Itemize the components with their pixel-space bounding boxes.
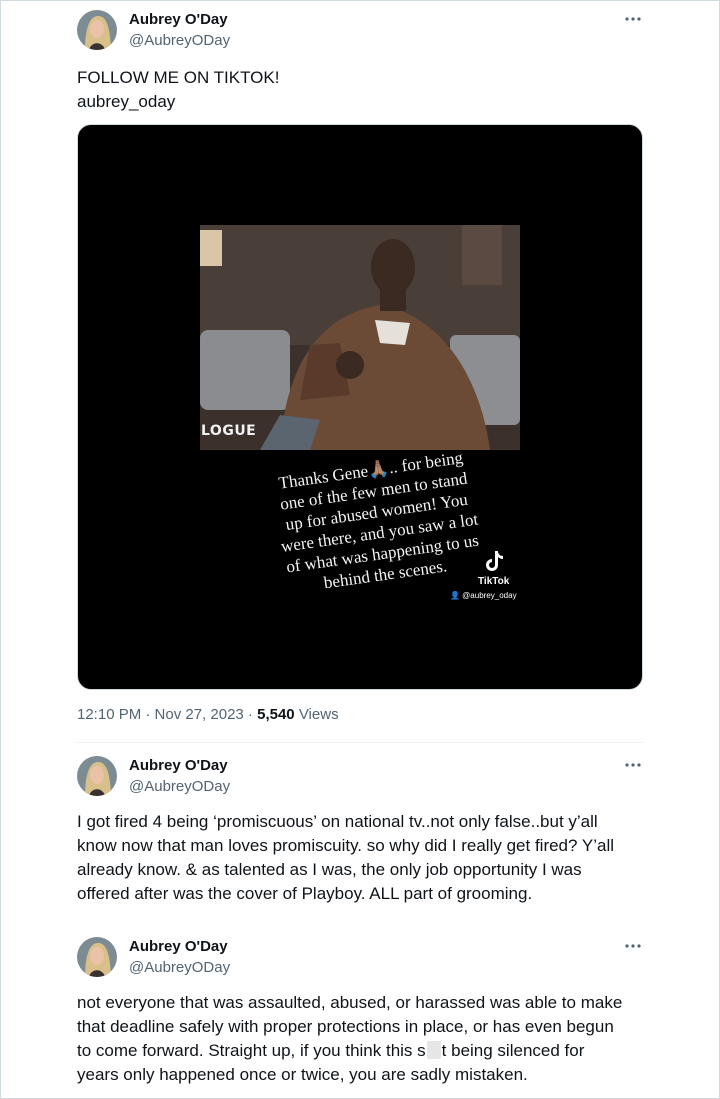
tweet-text-line: to come forward. Straight up, if you thi… xyxy=(77,1039,637,1063)
tweet-header: Aubrey O'Day @AubreyODay xyxy=(77,937,643,981)
tiktok-label: TikTok xyxy=(478,576,510,587)
tweet-text-line: know now that man loves promiscuity. so … xyxy=(77,836,615,855)
author-handle[interactable]: @AubreyODay xyxy=(129,778,230,795)
video-media[interactable]: LOGUE Thanks Gene🙏🏽.. for being one of t… xyxy=(77,124,643,690)
tweet-text-line: years only happened once or twice, you a… xyxy=(77,1065,528,1084)
tweet-text-segment: t being silenced for xyxy=(441,1041,585,1060)
tweet-text-segment: to come forward. Straight up, if you thi… xyxy=(77,1041,426,1060)
censor-block xyxy=(426,1041,441,1059)
tweet-header: Aubrey O'Day @AubreyODay xyxy=(77,10,643,54)
author-name[interactable]: Aubrey O'Day xyxy=(129,938,228,955)
tweet-text-line: I got fired 4 being ‘promiscuous’ on nat… xyxy=(77,812,598,831)
more-horizontal-icon[interactable] xyxy=(623,758,643,774)
tweet-meta: 12:10 PM · Nov 27, 2023 · 5,540 Views xyxy=(77,706,339,723)
avatar[interactable] xyxy=(77,937,117,977)
views-label: Views xyxy=(294,706,339,723)
video-overlay-label: LOGUE xyxy=(201,423,257,439)
tweet-timestamp[interactable]: 12:10 PM · Nov 27, 2023 · xyxy=(77,706,257,723)
avatar[interactable] xyxy=(77,756,117,796)
tweet-text-line: already know. & as talented as I was, th… xyxy=(77,860,582,879)
author-handle[interactable]: @AubreyODay xyxy=(129,959,230,976)
tiktok-icon xyxy=(484,550,504,572)
divider xyxy=(77,742,643,743)
author-name[interactable]: Aubrey O'Day xyxy=(129,757,228,774)
author-name[interactable]: Aubrey O'Day xyxy=(129,11,228,28)
author-handle[interactable]: @AubreyODay xyxy=(129,32,230,49)
tweet-text-line[interactable]: aubrey_oday xyxy=(77,90,637,114)
tweet-text-line: that deadline safely with proper protect… xyxy=(77,1017,614,1036)
tweet-text: not everyone that was assaulted, abused,… xyxy=(77,991,637,1087)
more-horizontal-icon[interactable] xyxy=(623,939,643,955)
tiktok-username: 👤 @aubrey_oday xyxy=(450,591,517,600)
tweet-text: FOLLOW ME ON TIKTOK! aubrey_oday xyxy=(77,66,637,114)
views-count: 5,540 xyxy=(257,706,295,723)
tiktok-watermark: TikTok 👤 @aubrey_oday xyxy=(450,550,545,600)
tweet-text-line: offered after was the cover of Playboy. … xyxy=(77,884,533,903)
tweet-text: I got fired 4 being ‘promiscuous’ on nat… xyxy=(77,810,637,906)
tweet-text-line: not everyone that was assaulted, abused,… xyxy=(77,993,623,1012)
avatar[interactable] xyxy=(77,10,117,50)
more-horizontal-icon[interactable] xyxy=(623,12,643,28)
tweet-text-line: FOLLOW ME ON TIKTOK! xyxy=(77,68,280,87)
video-thumbnail: LOGUE xyxy=(200,225,520,450)
tweet-header: Aubrey O'Day @AubreyODay xyxy=(77,756,643,800)
